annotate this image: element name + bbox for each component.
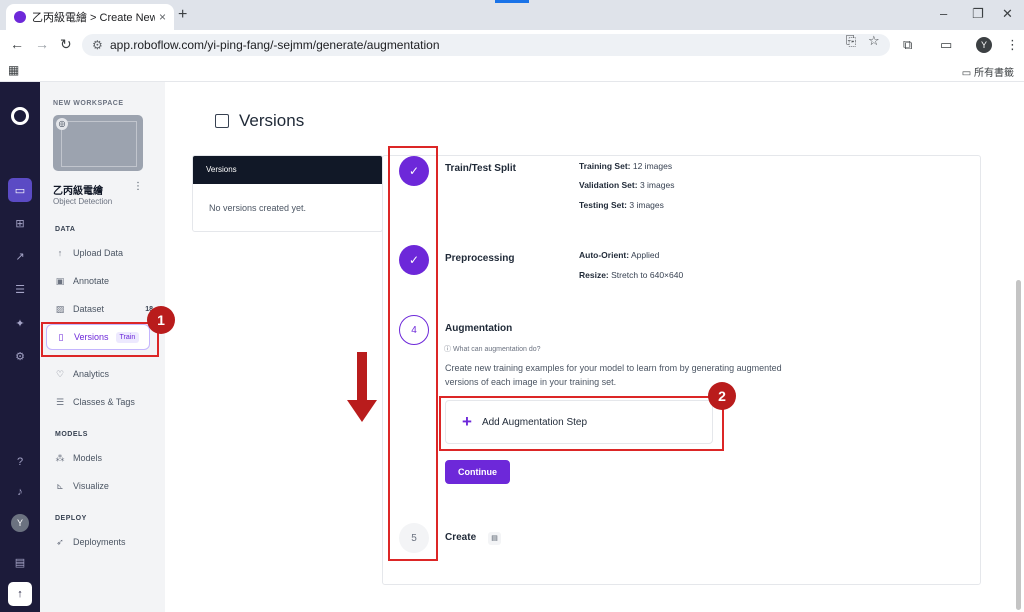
version-steps-card: ✓ Train/Test Split Training Set: 12 imag… — [382, 155, 981, 585]
validation-set-value: Validation Set: 3 images — [579, 180, 675, 190]
annotate-icon: ▣ — [55, 275, 65, 286]
down-arrow-icon — [357, 352, 367, 402]
step-preprocessing-title[interactable]: Preprocessing — [445, 253, 514, 264]
rocket-icon: ➶ — [56, 536, 64, 547]
auto-orient-value: Auto-Orient: Applied — [579, 250, 660, 260]
site-info-icon[interactable]: ⚙ — [92, 38, 103, 52]
new-tab-button[interactable]: + — [178, 6, 187, 24]
projects-icon[interactable]: ▭ — [8, 178, 32, 202]
project-name: 乙丙級電繪 — [53, 186, 103, 197]
sidebar-item-dataset[interactable]: ▨ Dataset 18 — [53, 299, 153, 319]
main-content: Versions Versions No versions created ye… — [165, 82, 1024, 612]
bookmarks-bar: ▦ ▭ 所有書籤 — [0, 60, 1024, 82]
resize-value: Resize: Stretch to 640×640 — [579, 270, 684, 280]
minimize-icon[interactable]: – — [940, 6, 947, 21]
heart-pulse-icon: ♡ — [55, 368, 65, 379]
page-title: Versions — [215, 111, 304, 131]
sidebar-item-upload[interactable]: ↑ Upload Data — [53, 243, 153, 263]
step-create-title: Create — [445, 532, 477, 543]
sidebar-item-models[interactable]: ⁂ Models — [53, 448, 153, 468]
step-split-title[interactable]: Train/Test Split — [445, 163, 516, 174]
chart-icon: ⊾ — [56, 480, 64, 491]
section-data-label: DATA — [55, 226, 76, 233]
sidebar-item-classes[interactable]: ☰ Classes & Tags — [53, 392, 153, 412]
list-icon: ☰ — [55, 396, 65, 407]
project-thumbnail[interactable]: ◎ — [53, 115, 143, 171]
section-deploy-label: DEPLOY — [55, 515, 87, 522]
down-arrow-head — [347, 400, 377, 422]
augmentation-help-link[interactable]: ⓘ What can augmentation do? — [444, 344, 541, 354]
restore-icon[interactable]: ❐ — [972, 6, 984, 22]
universe-icon[interactable]: ✦ — [8, 311, 32, 335]
dataset-icon: ▨ — [55, 303, 65, 314]
stack-icon: ▤ — [488, 532, 501, 545]
sidebar-item-deployments[interactable]: ➶ Deployments — [53, 532, 153, 552]
highlight-step-column — [388, 146, 438, 561]
sidebar-item-visualize[interactable]: ⊾ Visualize — [53, 476, 153, 496]
workflows-icon[interactable]: ⊞ — [8, 211, 32, 235]
annotation-badge-2: 2 — [708, 382, 736, 410]
browser-tab[interactable]: 乙丙級電繪 > Create New Vers × — [6, 4, 174, 30]
help-icon[interactable]: ? — [8, 450, 32, 474]
browser-menu-icon[interactable]: ⋮ — [1006, 37, 1019, 53]
notifications-icon[interactable]: ♪ — [8, 480, 32, 504]
section-models-label: MODELS — [55, 431, 88, 438]
project-type: Object Detection — [53, 197, 113, 206]
address-bar: ← → ↻ ⚙ app.roboflow.com/yi-ping-fang/-s… — [0, 30, 1024, 60]
extensions-icon[interactable]: ⧉ — [903, 37, 912, 53]
reload-icon[interactable]: ↻ — [60, 36, 72, 53]
settings-icon[interactable]: ⚙ — [8, 344, 32, 368]
step-augmentation-title: Augmentation — [445, 323, 513, 334]
browser-tab-bar: 乙丙級電繪 > Create New Vers × + – ❐ ✕ — [0, 0, 1024, 30]
globe-icon: ◎ — [56, 118, 68, 130]
forward-icon[interactable]: → — [35, 36, 49, 52]
deployments-list-icon[interactable]: ☰ — [8, 277, 32, 301]
translate-icon[interactable]: ⎘ — [846, 33, 856, 49]
versions-title-icon — [215, 114, 229, 128]
docs-icon[interactable]: ▤ — [8, 550, 32, 574]
testing-set-value: Testing Set: 3 images — [579, 200, 664, 210]
app-rail: ▭ ⊞ ↗ ☰ ✦ ⚙ ? ♪ Y ▤ ↑ — [0, 82, 40, 612]
workspace-label: NEW WORKSPACE — [53, 100, 124, 107]
sidebar-item-annotate[interactable]: ▣ Annotate — [53, 271, 153, 291]
close-window-icon[interactable]: ✕ — [1002, 6, 1013, 22]
bookmark-star-icon[interactable]: ☆ — [868, 33, 880, 49]
versions-panel-header: Versions — [193, 156, 382, 184]
continue-button[interactable]: Continue — [445, 460, 510, 484]
analytics-icon[interactable]: ↗ — [8, 244, 32, 268]
tab-search-icon[interactable]: ▭ — [940, 37, 952, 53]
tab-title: 乙丙級電繪 > Create New Vers — [32, 12, 155, 24]
url-text: app.roboflow.com/yi-ping-fang/-sejmm/gen… — [110, 38, 440, 52]
upload-arrow-icon: ↑ — [57, 248, 63, 258]
url-field[interactable]: ⚙ app.roboflow.com/yi-ping-fang/-sejmm/g… — [82, 34, 890, 56]
highlight-versions — [41, 322, 159, 357]
tab-indicator — [495, 0, 529, 3]
highlight-add-augmentation — [439, 396, 724, 451]
tab-close-icon[interactable]: × — [159, 10, 166, 24]
project-menu-icon[interactable]: ⋮ — [133, 181, 143, 192]
page-scrollbar[interactable] — [1016, 280, 1021, 610]
profile-avatar[interactable]: Y — [976, 37, 992, 53]
roboflow-favicon-icon — [14, 11, 26, 23]
models-icon: ⁂ — [55, 452, 65, 463]
upload-icon[interactable]: ↑ — [8, 582, 32, 606]
all-bookmarks[interactable]: ▭ 所有書籤 — [962, 64, 1014, 79]
annotation-badge-1: 1 — [147, 306, 175, 334]
versions-panel: Versions No versions created yet. — [192, 155, 383, 232]
training-set-value: Training Set: 12 images — [579, 161, 673, 171]
sidebar-item-analytics[interactable]: ♡ Analytics — [53, 364, 153, 384]
augmentation-description: Create new training examples for your mo… — [445, 363, 782, 387]
back-icon[interactable]: ← — [10, 36, 24, 52]
versions-empty-text: No versions created yet. — [209, 203, 307, 213]
roboflow-logo-icon[interactable] — [11, 107, 29, 125]
user-avatar[interactable]: Y — [11, 514, 29, 532]
apps-grid-icon[interactable]: ▦ — [8, 63, 19, 77]
